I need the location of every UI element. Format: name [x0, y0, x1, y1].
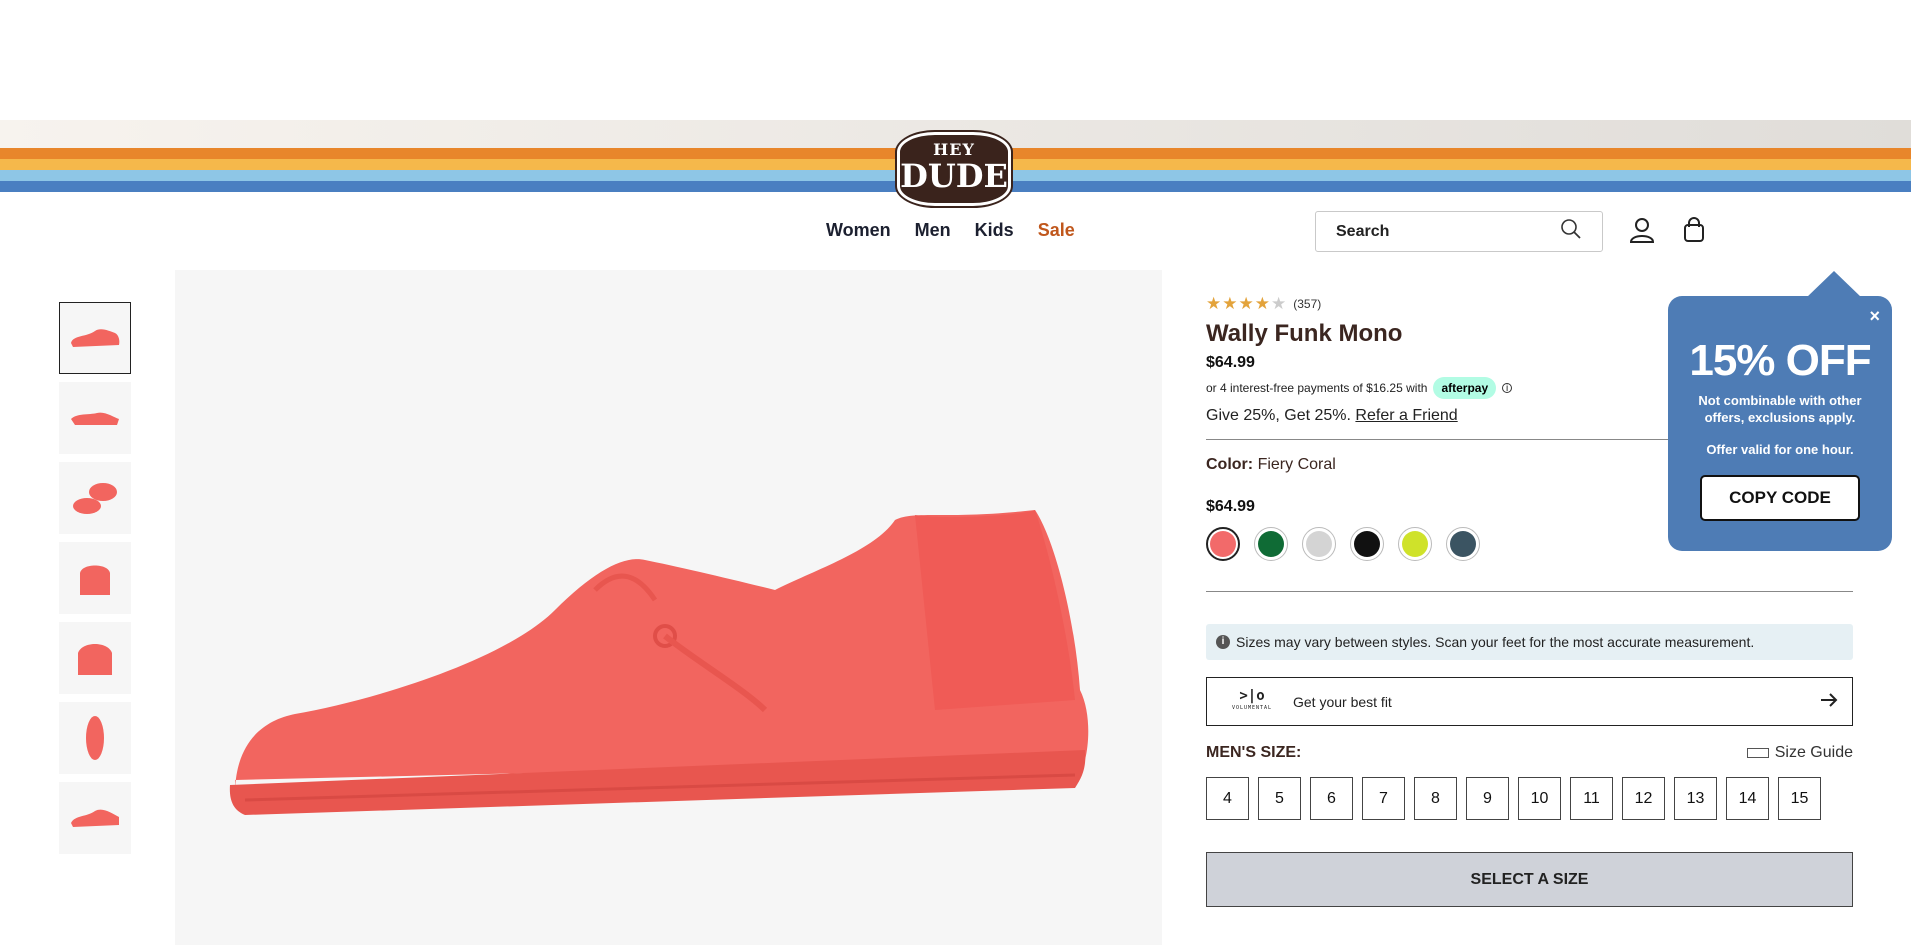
referral-text: Give 25%, Get 25%. [1206, 407, 1351, 424]
divider [1206, 591, 1853, 592]
thumbnail-4[interactable] [59, 542, 131, 614]
thumbnail-1[interactable] [59, 302, 131, 374]
star-icon: ★ [1254, 294, 1270, 313]
promo-headline: 15% OFF [1689, 336, 1871, 385]
size-option[interactable]: 12 [1622, 777, 1665, 820]
thumbnail-5[interactable] [59, 622, 131, 694]
swatch-black[interactable] [1350, 527, 1384, 561]
shoe-thumb-icon [71, 412, 119, 425]
arrow-right-icon [1820, 692, 1838, 711]
size-option[interactable]: 7 [1362, 777, 1405, 820]
nav-sale[interactable]: Sale [1038, 220, 1075, 241]
swatch-grey[interactable] [1302, 527, 1336, 561]
swatch-green[interactable] [1254, 527, 1288, 561]
shoe-thumb-icon [71, 809, 119, 827]
nav-women[interactable]: Women [826, 220, 891, 241]
size-option[interactable]: 10 [1518, 777, 1561, 820]
shoe-thumb-icon [71, 329, 120, 347]
afterpay-badge[interactable]: afterpay [1433, 377, 1497, 399]
main-product-image[interactable] [175, 270, 1162, 945]
review-count: (357) [1293, 297, 1322, 311]
size-option[interactable]: 4 [1206, 777, 1249, 820]
size-option[interactable]: 9 [1466, 777, 1509, 820]
size-label: MEN'S SIZE: [1206, 744, 1302, 761]
copy-code-button[interactable]: COPY CODE [1700, 475, 1860, 521]
shoe-thumb-icon [78, 644, 112, 675]
promo-validity: Offer valid for one hour. [1706, 442, 1854, 457]
shoe-thumb-icon [86, 716, 104, 760]
account-icon[interactable] [1627, 215, 1657, 245]
thumbnail-7[interactable] [59, 782, 131, 854]
size-guide-text: Size Guide [1774, 744, 1853, 761]
product-page: HEY DUDE Women Men Kids Sale Search ★ ★ … [0, 0, 1911, 945]
search-icon[interactable] [1560, 218, 1582, 245]
afterpay-text: or 4 interest-free payments of $16.25 wi… [1206, 381, 1428, 395]
size-option[interactable]: 14 [1726, 777, 1769, 820]
volumental-logo: >|o VOLUMENTAL [1231, 687, 1273, 711]
star-icon: ★ [1206, 294, 1222, 313]
swatch-slate[interactable] [1446, 527, 1480, 561]
fit-finder-button[interactable]: >|o VOLUMENTAL Get your best fit [1206, 677, 1853, 726]
shoe-thumb-icon [80, 565, 110, 595]
swatch-lime[interactable] [1398, 527, 1432, 561]
size-notice: i Sizes may vary between styles. Scan yo… [1206, 624, 1853, 660]
thumbnail-3[interactable] [59, 462, 131, 534]
info-icon: i [1216, 635, 1230, 649]
size-options: 4 5 6 7 8 9 10 11 12 13 14 15 [1206, 777, 1853, 820]
size-notice-text: Sizes may vary between styles. Scan your… [1236, 634, 1755, 650]
shoe-image [229, 510, 1089, 815]
ruler-icon [1746, 748, 1769, 758]
search-placeholder: Search [1336, 222, 1390, 240]
swatch-fiery-coral[interactable] [1206, 527, 1240, 561]
nav-kids[interactable]: Kids [975, 220, 1014, 241]
nav-men[interactable]: Men [915, 220, 951, 241]
size-option[interactable]: 8 [1414, 777, 1457, 820]
half-star-icon: ★ [1271, 294, 1287, 313]
search-input[interactable]: Search [1315, 211, 1603, 252]
color-value: Fiery Coral [1257, 456, 1336, 473]
size-option[interactable]: 13 [1674, 777, 1717, 820]
shoe-thumb-icon [73, 483, 117, 514]
cart-icon[interactable] [1679, 215, 1709, 245]
fit-label: Get your best fit [1293, 693, 1392, 710]
size-guide-link[interactable]: Size Guide [1746, 744, 1853, 762]
size-option[interactable]: 15 [1778, 777, 1821, 820]
logo-text-bottom: DUDE [900, 157, 1008, 195]
thumbnail-6[interactable] [59, 702, 131, 774]
size-option[interactable]: 6 [1310, 777, 1353, 820]
size-option[interactable]: 5 [1258, 777, 1301, 820]
refer-friend-link[interactable]: Refer a Friend [1355, 407, 1457, 424]
thumbnail-2[interactable] [59, 382, 131, 454]
promo-terms: Not combinable with other offers, exclus… [1698, 393, 1862, 425]
star-icon: ★ [1238, 294, 1254, 313]
promo-popup: × 15% OFF Not combinable with other offe… [1668, 296, 1892, 551]
color-label: Color: [1206, 456, 1254, 473]
promo-pointer [1806, 271, 1862, 298]
select-size-button[interactable]: SELECT A SIZE [1206, 852, 1853, 907]
close-icon[interactable]: × [1869, 306, 1880, 327]
size-header: MEN'S SIZE: Size Guide [1206, 744, 1853, 762]
info-icon[interactable]: i [1502, 383, 1513, 394]
main-nav: Women Men Kids Sale [826, 220, 1075, 241]
hey-dude-logo[interactable]: HEY DUDE [897, 132, 1011, 206]
star-icon: ★ [1222, 294, 1238, 313]
size-option[interactable]: 11 [1570, 777, 1613, 820]
